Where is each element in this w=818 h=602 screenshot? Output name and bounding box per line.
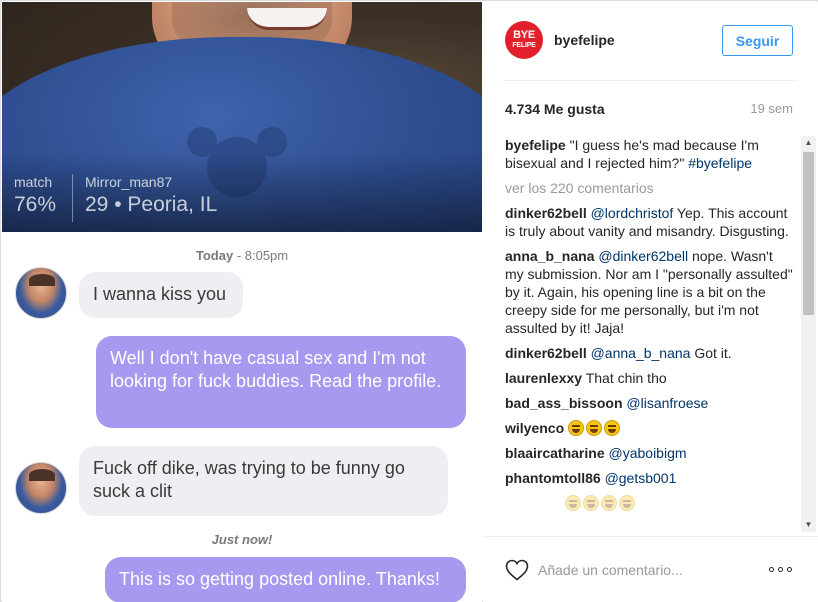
account-username[interactable]: byefelipe [554, 32, 615, 48]
chat-timestamp-now: Just now! [211, 532, 273, 547]
like-count[interactable]: 4.734 Me gusta [505, 101, 605, 117]
comment-item-partial [505, 494, 795, 512]
comment-author[interactable]: byefelipe [505, 137, 566, 153]
comment-input[interactable] [538, 557, 753, 583]
comment-item: dinker62bell @lordchristof Yep. This acc… [505, 205, 789, 239]
comment-author[interactable]: wilyenco [505, 420, 564, 436]
scroll-down-arrow-icon[interactable]: ▼ [801, 518, 816, 532]
scrollbar-thumb[interactable] [803, 152, 814, 315]
comment-author[interactable]: dinker62bell [505, 345, 587, 361]
post-modal: match 76% Mirror_man87 29 • Peoria, IL T… [0, 0, 818, 602]
post-age[interactable]: 19 sem [750, 101, 793, 116]
mention-link[interactable]: @anna_b_nana [591, 345, 691, 361]
comment-item: anna_b_nana @dinker62bell nope. Wasn't m… [505, 248, 793, 336]
comment-author[interactable]: laurenlexxy [505, 370, 582, 386]
more-options-icon[interactable] [769, 567, 795, 573]
laughing-crying-emoji-icon [568, 420, 585, 436]
comments-scrollbar[interactable]: ▲ ▼ [801, 136, 816, 532]
chat-message: Fuck off dike, was trying to be funny go… [79, 446, 448, 516]
mention-link[interactable]: @dinker62bell [598, 248, 688, 264]
heart-icon[interactable] [505, 559, 529, 581]
comment-author[interactable]: bad_ass_bissoon [505, 395, 623, 411]
match-value: 76% [14, 193, 57, 216]
post-image: match 76% Mirror_man87 29 • Peoria, IL T… [2, 2, 482, 602]
comment-item: laurenlexxy That chin tho [505, 370, 667, 386]
profile-age-location: 29 • Peoria, IL [85, 193, 218, 216]
post-header: BYE FELIPE byefelipe Seguir [483, 2, 818, 80]
chat-timestamp: Today - 8:05pm [195, 248, 289, 263]
mention-link[interactable]: @lisanfroese [626, 395, 708, 411]
laughing-crying-emoji-icon [586, 420, 603, 436]
laughing-crying-emoji-icon [604, 420, 621, 436]
chat-message: This is so getting posted online. Thanks… [105, 557, 466, 602]
comment-author[interactable]: phantomtoll86 [505, 470, 601, 486]
comment-item: dinker62bell @anna_b_nana Got it. [505, 345, 732, 361]
laughing-crying-emoji-icon [583, 495, 599, 511]
match-label: match [14, 174, 53, 190]
comment-item: blaaircatharine @yaboibigm [505, 444, 795, 462]
follow-button[interactable]: Seguir [722, 25, 793, 56]
profile-meta: Mirror_man87 29 • Peoria, IL [72, 174, 217, 222]
mention-link[interactable]: @getsb001 [605, 470, 677, 486]
laughing-crying-emoji-icon [601, 495, 617, 511]
comment-author[interactable]: anna_b_nana [505, 248, 594, 264]
chat-message: I wanna kiss you [79, 272, 243, 318]
laughing-crying-emoji-icon [619, 495, 635, 511]
scroll-up-arrow-icon[interactable]: ▲ [801, 136, 816, 150]
comment-author[interactable]: dinker62bell [505, 205, 587, 221]
profile-photo: match 76% Mirror_man87 29 • Peoria, IL [2, 2, 482, 232]
mention-link[interactable]: @yaboibigm [609, 445, 687, 461]
account-avatar[interactable]: BYE FELIPE [505, 21, 543, 59]
laughing-crying-emoji-icon [565, 495, 581, 511]
comment-item: bad_ass_bissoon @lisanfroese [505, 394, 795, 412]
comment-item: phantomtoll86 @getsb001 [505, 469, 795, 487]
divider [503, 80, 798, 81]
comments-list: byefelipe "I guess he's mad because I'm … [505, 136, 795, 532]
sender-avatar [15, 462, 67, 514]
mention-link[interactable]: @lordchristof [591, 205, 674, 221]
comment-item: wilyenco [505, 419, 795, 437]
view-all-comments-link[interactable]: ver los 220 comentarios [505, 179, 795, 197]
comment-author[interactable]: blaaircatharine [505, 445, 605, 461]
hashtag-link[interactable]: #byefelipe [688, 155, 752, 171]
comment-bar [483, 536, 818, 602]
chat-message: Well I don't have casual sex and I'm not… [96, 336, 466, 428]
smile [247, 8, 327, 30]
caption: byefelipe "I guess he's mad because I'm … [505, 137, 759, 171]
sender-avatar [15, 267, 67, 319]
chat-thread: Today - 8:05pm I wanna kiss you Well I d… [2, 232, 482, 602]
match-score: match 76% [14, 174, 56, 217]
profile-username: Mirror_man87 [85, 174, 173, 190]
post-sidebar: BYE FELIPE byefelipe Seguir 4.734 Me gus… [483, 2, 818, 602]
